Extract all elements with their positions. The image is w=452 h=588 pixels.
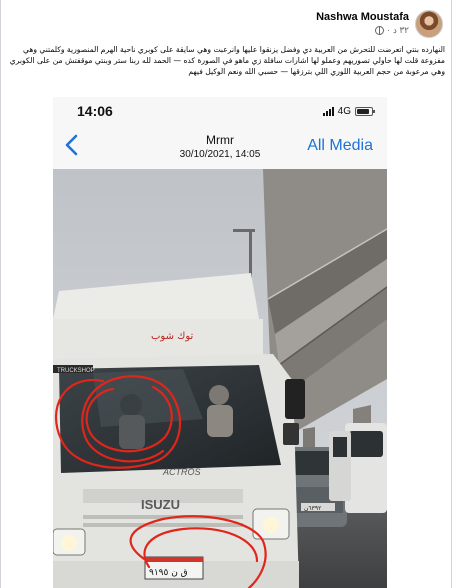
truck-header-text: توك شوب <box>151 331 194 342</box>
battery-fill <box>357 109 369 114</box>
post-header: Nashwa Moustafa ٣٢ د · <box>316 10 443 40</box>
signal-icon <box>322 107 334 116</box>
post-time[interactable]: ٣٢ د <box>393 24 409 36</box>
globe-icon <box>374 25 384 35</box>
chat-nav-bar: Mrmr 30/10/2021, 14:05 All Media <box>53 127 387 169</box>
network-label: 4G <box>337 106 351 117</box>
separator-dot: · <box>386 25 390 35</box>
phone-status-bar: 14:06 4G <box>53 97 387 127</box>
facebook-post-card: Nashwa Moustafa ٣٢ د · النهارده بنتي اتع… <box>0 0 452 588</box>
author-name[interactable]: Nashwa Moustafa <box>316 10 409 24</box>
svg-text:TRUCKSHOP: TRUCKSHOP <box>57 368 95 374</box>
isuzu-logo: ISUZU <box>141 497 180 512</box>
post-photo[interactable]: 14:06 4G Mrmr 30/10/2021, 14:05 All Medi… <box>53 97 387 588</box>
battery-icon <box>355 107 375 116</box>
truck-photo: ٦٣٩٢ن توك شوب TRUCKSHOP ACTROS ISUZU ق ن… <box>53 169 387 588</box>
side-mirror <box>285 379 305 419</box>
status-indicators: 4G <box>322 106 375 117</box>
truck-model-badge: ACTROS <box>162 467 201 477</box>
license-plate-text: ق ن ٩١٩٥ <box>149 568 188 578</box>
author-avatar[interactable] <box>415 10 443 38</box>
side-plate: ٦٣٩٢ن <box>304 505 321 512</box>
post-meta: ٣٢ د · <box>316 24 409 36</box>
status-time: 14:06 <box>77 103 113 119</box>
author-block: Nashwa Moustafa ٣٢ د · <box>316 10 409 36</box>
background-van-white <box>329 423 387 513</box>
post-text: النهارده بنتي اتعرضت للتحرش من العربية د… <box>9 45 445 77</box>
all-media-button[interactable]: All Media <box>307 137 373 155</box>
